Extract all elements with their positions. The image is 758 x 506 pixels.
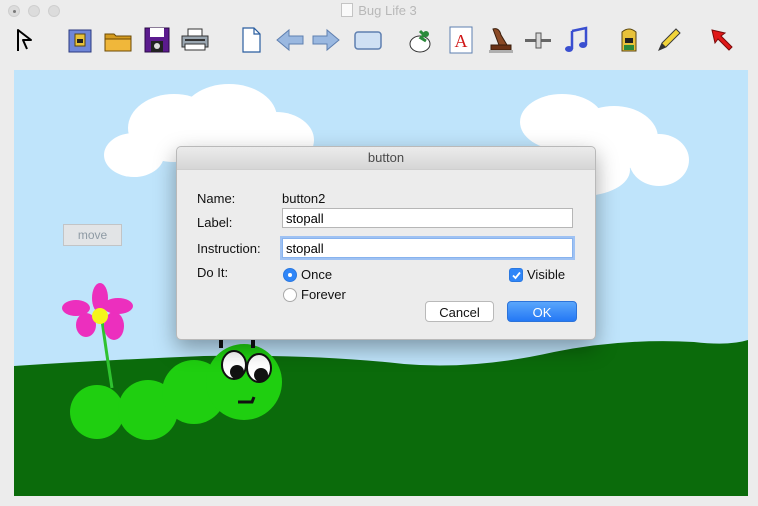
instruction-input[interactable]: stopall: [282, 238, 573, 258]
turtle-hatch-icon[interactable]: [405, 24, 437, 56]
move-button[interactable]: move: [63, 224, 122, 246]
button-properties-dialog: button Name: button2 Label: stopall Inst…: [176, 146, 596, 340]
text-tool-icon[interactable]: A: [445, 24, 477, 56]
pointer-tool-icon[interactable]: [8, 24, 40, 56]
svg-text:A: A: [455, 31, 468, 51]
once-radio-label: Once: [301, 267, 333, 282]
rectangle-button-icon[interactable]: [352, 24, 384, 56]
arrow-right-icon[interactable]: [310, 24, 342, 56]
document-icon: [341, 3, 354, 17]
window-title-area: Bug Life 3: [0, 3, 758, 18]
dialog-title: button: [177, 147, 595, 170]
music-note-icon[interactable]: [561, 24, 593, 56]
name-label: Name:: [197, 191, 236, 206]
label-label: Label:: [197, 215, 233, 230]
name-value: button2: [282, 191, 326, 206]
window-title: Bug Life 3: [358, 3, 417, 18]
checkmark-icon: [512, 271, 521, 280]
forever-radio[interactable]: [283, 288, 297, 302]
app-window: Bug Life 3 A move button Name: button2 L…: [0, 0, 758, 506]
instruction-label: Instruction:: [197, 241, 261, 256]
cancel-button[interactable]: Cancel: [425, 301, 494, 322]
backpack-icon[interactable]: [613, 24, 645, 56]
slider-icon[interactable]: [522, 24, 554, 56]
pencil-icon[interactable]: [653, 24, 685, 56]
toolbar: A: [0, 22, 758, 62]
doit-label: Do It:: [197, 265, 229, 280]
visible-checkbox-label: Visible: [527, 267, 566, 282]
visible-checkbox[interactable]: [509, 268, 523, 282]
floppy-disk-icon[interactable]: [141, 24, 173, 56]
title-bar: Bug Life 3: [0, 0, 758, 22]
backpack-open-icon[interactable]: [64, 24, 96, 56]
arrow-left-icon[interactable]: [274, 24, 306, 56]
folder-icon[interactable]: [102, 24, 134, 56]
new-page-icon[interactable]: [235, 24, 267, 56]
stamp-icon[interactable]: [484, 24, 516, 56]
label-input[interactable]: stopall: [282, 208, 573, 228]
printer-icon[interactable]: [179, 24, 211, 56]
once-radio[interactable]: [283, 268, 297, 282]
red-arrow-icon[interactable]: [706, 24, 738, 56]
forever-radio-label: Forever: [301, 287, 346, 302]
ok-button[interactable]: OK: [507, 301, 577, 322]
